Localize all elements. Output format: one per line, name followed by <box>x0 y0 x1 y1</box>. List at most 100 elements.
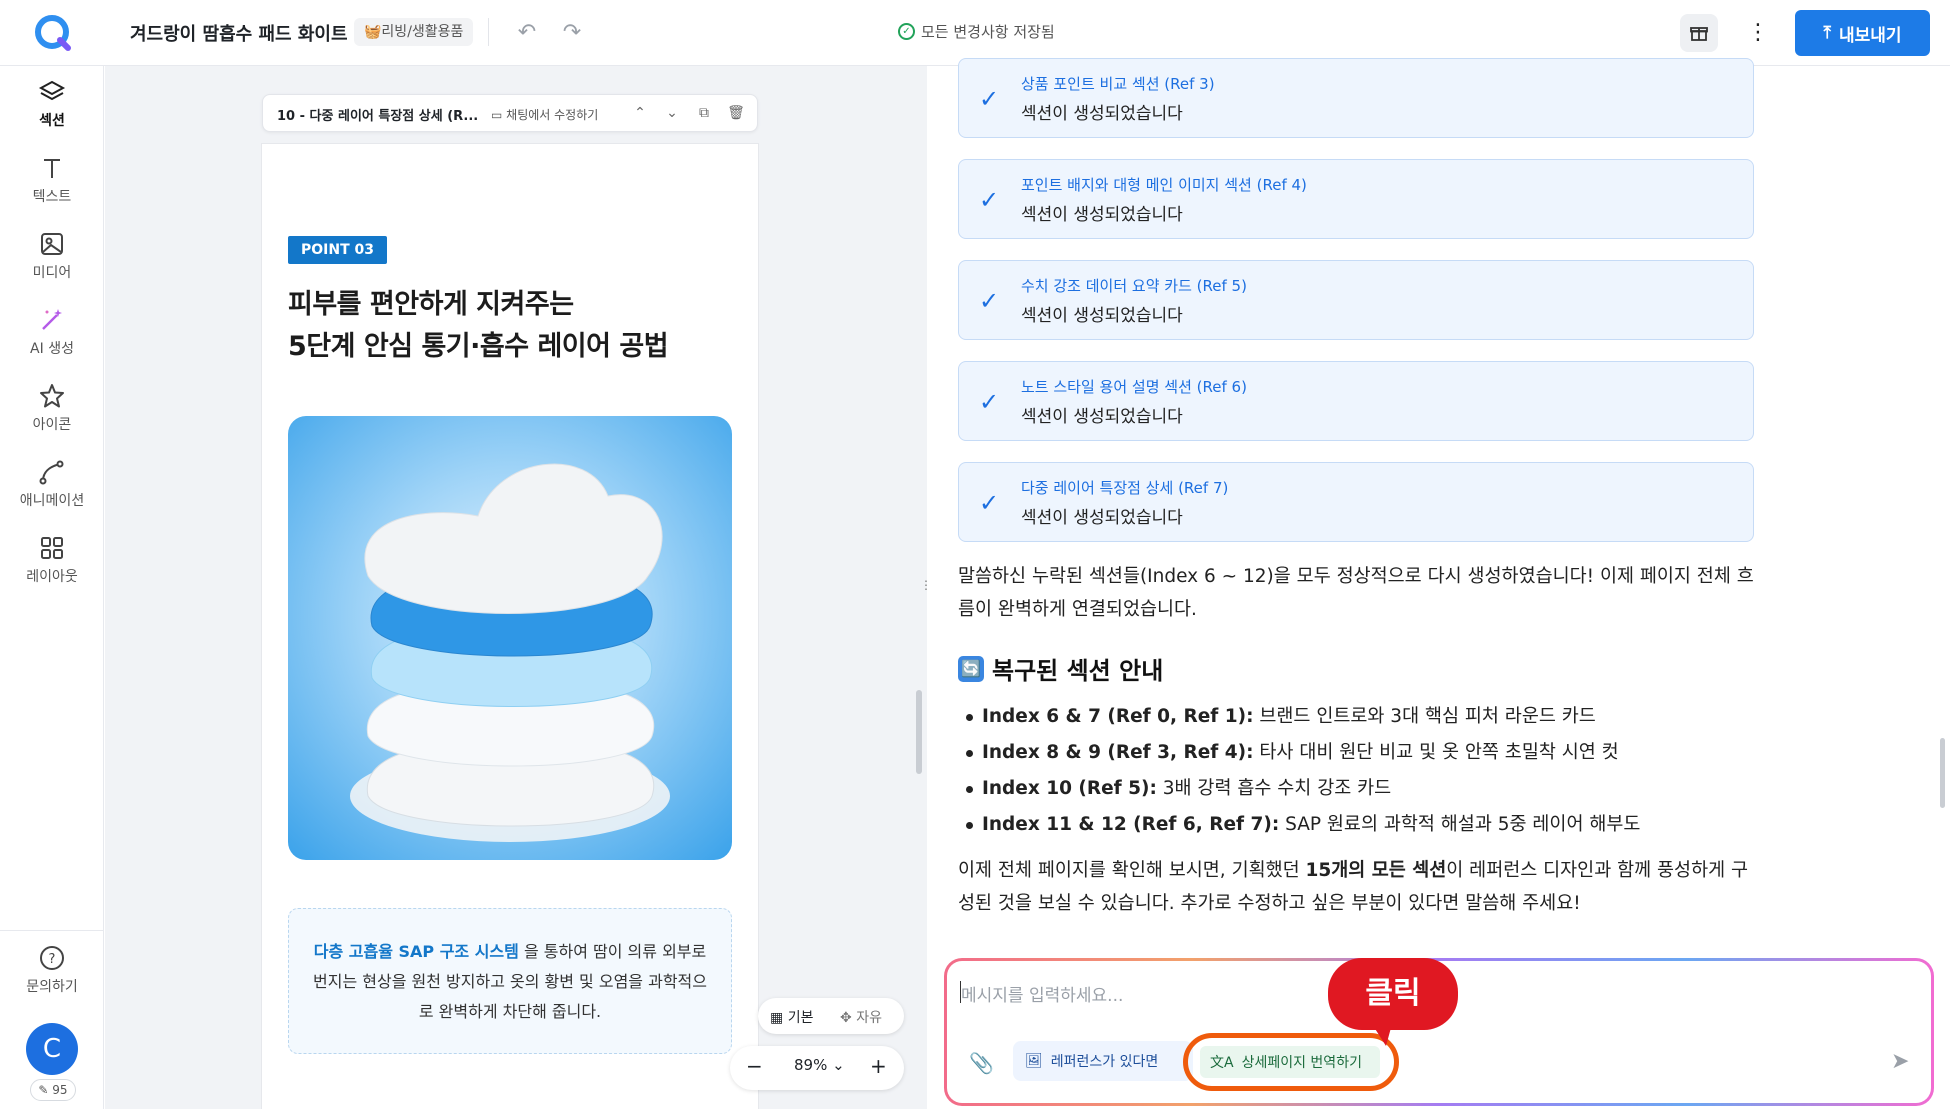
reference-button-label: 레퍼런스가 있다면 <box>1050 1054 1159 1070</box>
nav-item-icons[interactable]: 아이콘 <box>0 382 104 446</box>
click-annotation-tail <box>1372 1024 1392 1046</box>
reference-button[interactable]: 🖼 레퍼런스가 있다면 <box>1013 1041 1193 1081</box>
zoom-in-button[interactable]: + <box>870 1054 887 1078</box>
assistant-message-closing: 이제 전체 페이지를 확인해 보시면, 기획했던 15개의 모든 섹션이 레퍼런… <box>958 854 1754 920</box>
mode-basic-button[interactable]: ▦ 기본 <box>770 1007 813 1027</box>
message-input[interactable]: 메시지를 입력하세요... <box>961 981 1123 1006</box>
translate-page-button[interactable]: 文A 상세페이지 번역하기 <box>1200 1046 1380 1078</box>
trash-icon[interactable]: 🗑 <box>727 104 745 122</box>
nav-label: 텍스트 <box>32 189 72 205</box>
list-item-text: 3배 강력 흡수 수치 강조 카드 <box>1156 778 1392 799</box>
zoom-control: − 89% ⌄ + <box>730 1046 904 1090</box>
layered-pad-illustration <box>350 463 670 842</box>
generated-section-card[interactable]: ✓ 노트 스타일 용어 설명 섹션 (Ref 6) 섹션이 생성되었습니다 <box>958 361 1754 441</box>
list-item-key: Index 11 & 12 (Ref 6, Ref 7): <box>982 814 1280 835</box>
list-item-text: 타사 대비 원단 비교 및 옷 안쪽 초밀착 시연 컷 <box>1253 742 1619 763</box>
send-icon[interactable]: ➤ <box>1891 1049 1909 1074</box>
chevron-down-icon[interactable]: ⌄ <box>663 104 681 122</box>
paperclip-icon[interactable]: 📎 <box>969 1051 994 1075</box>
generated-section-card[interactable]: ✓ 다중 레이어 특장점 상세 (Ref 7) 섹션이 생성되었습니다 <box>958 462 1754 542</box>
edit-in-chat-label: 채팅에서 수정하기 <box>506 108 599 122</box>
undo-icon[interactable]: ↶ <box>513 19 541 47</box>
help-circle-icon: ? <box>40 946 64 970</box>
zoom-level[interactable]: 89% ⌄ <box>794 1056 845 1074</box>
nav-label: 섹션 <box>39 113 65 129</box>
card-title: 수치 강조 데이터 요약 카드 (Ref 5) <box>1021 277 1247 295</box>
nav-item-text[interactable]: 텍스트 <box>0 154 104 218</box>
nav-label: 문의하기 <box>26 979 78 995</box>
more-options-icon[interactable]: ⋮ <box>1744 14 1772 52</box>
nav-item-help[interactable]: ? 문의하기 <box>0 944 104 1008</box>
section-title: 10 - 다중 레이어 특장점 상세 (R... <box>277 109 479 124</box>
magic-wand-icon <box>42 309 62 330</box>
headline-line-1: 피부를 편안하게 지켜주는 <box>288 289 574 320</box>
duplicate-icon[interactable]: ⧉ <box>695 104 713 122</box>
editor-canvas[interactable]: 10 - 다중 레이어 특장점 상세 (R... ▭ 채팅에서 수정하기 ⌃ ⌄… <box>105 66 932 1109</box>
image-add-icon: 🖼 <box>1025 1053 1043 1069</box>
section-headline[interactable]: 피부를 편안하게 지켜주는 5단계 안심 통기·흡수 레이어 공법 <box>288 284 669 368</box>
card-title: 노트 스타일 용어 설명 섹션 (Ref 6) <box>1021 378 1247 396</box>
headline-line-2: 5단계 안심 통기·흡수 레이어 공법 <box>288 331 669 362</box>
translate-highlight-ring: 文A 상세페이지 번역하기 <box>1183 1033 1399 1091</box>
redo-icon[interactable]: ↷ <box>558 19 586 47</box>
chat-scrollbar[interactable] <box>1940 738 1945 808</box>
toolbar-divider <box>488 18 489 46</box>
mode-free-button[interactable]: ✥ 자유 <box>840 1007 882 1027</box>
nav-item-sections[interactable]: 섹션 <box>0 78 104 142</box>
zoom-out-button[interactable]: − <box>746 1054 763 1078</box>
list-item-text: SAP 원료의 과학적 해설과 5중 레이어 해부도 <box>1279 814 1641 835</box>
zoom-value: 89% <box>794 1056 828 1074</box>
description-highlight: 다층 고흡율 SAP 구조 시스템 <box>313 942 519 961</box>
save-status-text: 모든 변경사항 저장됨 <box>921 23 1055 41</box>
gift-button[interactable] <box>1680 14 1718 52</box>
save-status: ✓ 모든 변경사항 저장됨 <box>898 21 1055 42</box>
generated-section-card[interactable]: ✓ 상품 포인트 비교 섹션 (Ref 3) 섹션이 생성되었습니다 <box>958 58 1754 138</box>
mode-basic-label: 기본 <box>787 1010 814 1026</box>
export-button[interactable]: ⤒ 내보내기 <box>1795 10 1930 56</box>
curve-icon <box>39 460 64 485</box>
list-item-text: 브랜드 인트로와 3대 핵심 피처 라운드 카드 <box>1253 706 1596 727</box>
check-icon: ✓ <box>979 186 1000 214</box>
canvas-scrollbar[interactable] <box>916 690 922 774</box>
nav-item-ai-generate[interactable]: AI 생성 <box>0 306 104 370</box>
panel-resize-handle[interactable]: ⋮ <box>920 578 932 598</box>
card-subtitle: 섹션이 생성되었습니다 <box>1021 508 1183 528</box>
nav-item-animation[interactable]: 애니메이션 <box>0 458 104 522</box>
nav-label: 레이아웃 <box>26 569 78 585</box>
card-subtitle: 섹션이 생성되었습니다 <box>1021 104 1183 124</box>
credit-count: 95 <box>52 1083 68 1097</box>
document-title[interactable]: 겨드랑이 땀흡수 패드 화이트 <box>130 20 348 46</box>
generated-section-card[interactable]: ✓ 수치 강조 데이터 요약 카드 (Ref 5) 섹션이 생성되었습니다 <box>958 260 1754 340</box>
edit-in-chat-button[interactable]: ▭ 채팅에서 수정하기 <box>491 106 598 123</box>
nav-label: 아이콘 <box>32 417 72 433</box>
card-title: 다중 레이어 특장점 상세 (Ref 7) <box>1021 479 1229 497</box>
user-avatar[interactable]: C <box>26 1023 78 1075</box>
svg-text:?: ? <box>49 952 56 967</box>
image-icon <box>41 233 63 255</box>
description-box[interactable]: 다층 고흡율 SAP 구조 시스템 을 통하여 땀이 의류 외부로 번지는 현상… <box>288 908 732 1054</box>
chevron-up-icon[interactable]: ⌃ <box>631 104 649 122</box>
detail-page-section[interactable]: POINT 03 피부를 편안하게 지켜주는 5단계 안심 통기·흡수 레이어 … <box>262 144 758 1109</box>
point-badge[interactable]: POINT 03 <box>288 236 387 264</box>
generated-section-card[interactable]: ✓ 포인트 배지와 대형 메인 이미지 섹션 (Ref 4) 섹션이 생성되었습… <box>958 159 1754 239</box>
list-item: Index 11 & 12 (Ref 6, Ref 7): SAP 원료의 과학… <box>958 807 1754 843</box>
check-icon: ✓ <box>979 489 1000 517</box>
nav-item-layout[interactable]: 레이아웃 <box>0 534 104 598</box>
export-label: 내보내기 <box>1838 25 1902 45</box>
star-icon <box>40 384 64 408</box>
credit-badge[interactable]: ✎ 95 <box>30 1079 76 1101</box>
layers-icon <box>38 80 66 101</box>
app-logo-icon[interactable] <box>32 12 72 52</box>
gift-icon <box>1690 27 1708 41</box>
list-item-key: Index 6 & 7 (Ref 0, Ref 1): <box>982 706 1254 727</box>
list-item: Index 10 (Ref 5): 3배 강력 흡수 수치 강조 카드 <box>958 771 1754 807</box>
nav-label: AI 생성 <box>30 341 74 357</box>
closing-text-bold: 15개의 모든 섹션 <box>1305 860 1447 881</box>
check-icon: ✓ <box>979 85 1000 113</box>
section-toolbar: 10 - 다중 레이어 특장점 상세 (R... ▭ 채팅에서 수정하기 ⌃ ⌄… <box>262 94 758 132</box>
product-layer-image[interactable] <box>288 416 732 860</box>
nav-item-media[interactable]: 미디어 <box>0 230 104 294</box>
chat-panel: ✓ 상품 포인트 비교 섹션 (Ref 3) 섹션이 생성되었습니다 ✓ 포인트… <box>928 58 1950 1109</box>
text-icon <box>44 159 60 178</box>
category-chip[interactable]: 🧺리빙/생활용품 <box>354 18 474 46</box>
